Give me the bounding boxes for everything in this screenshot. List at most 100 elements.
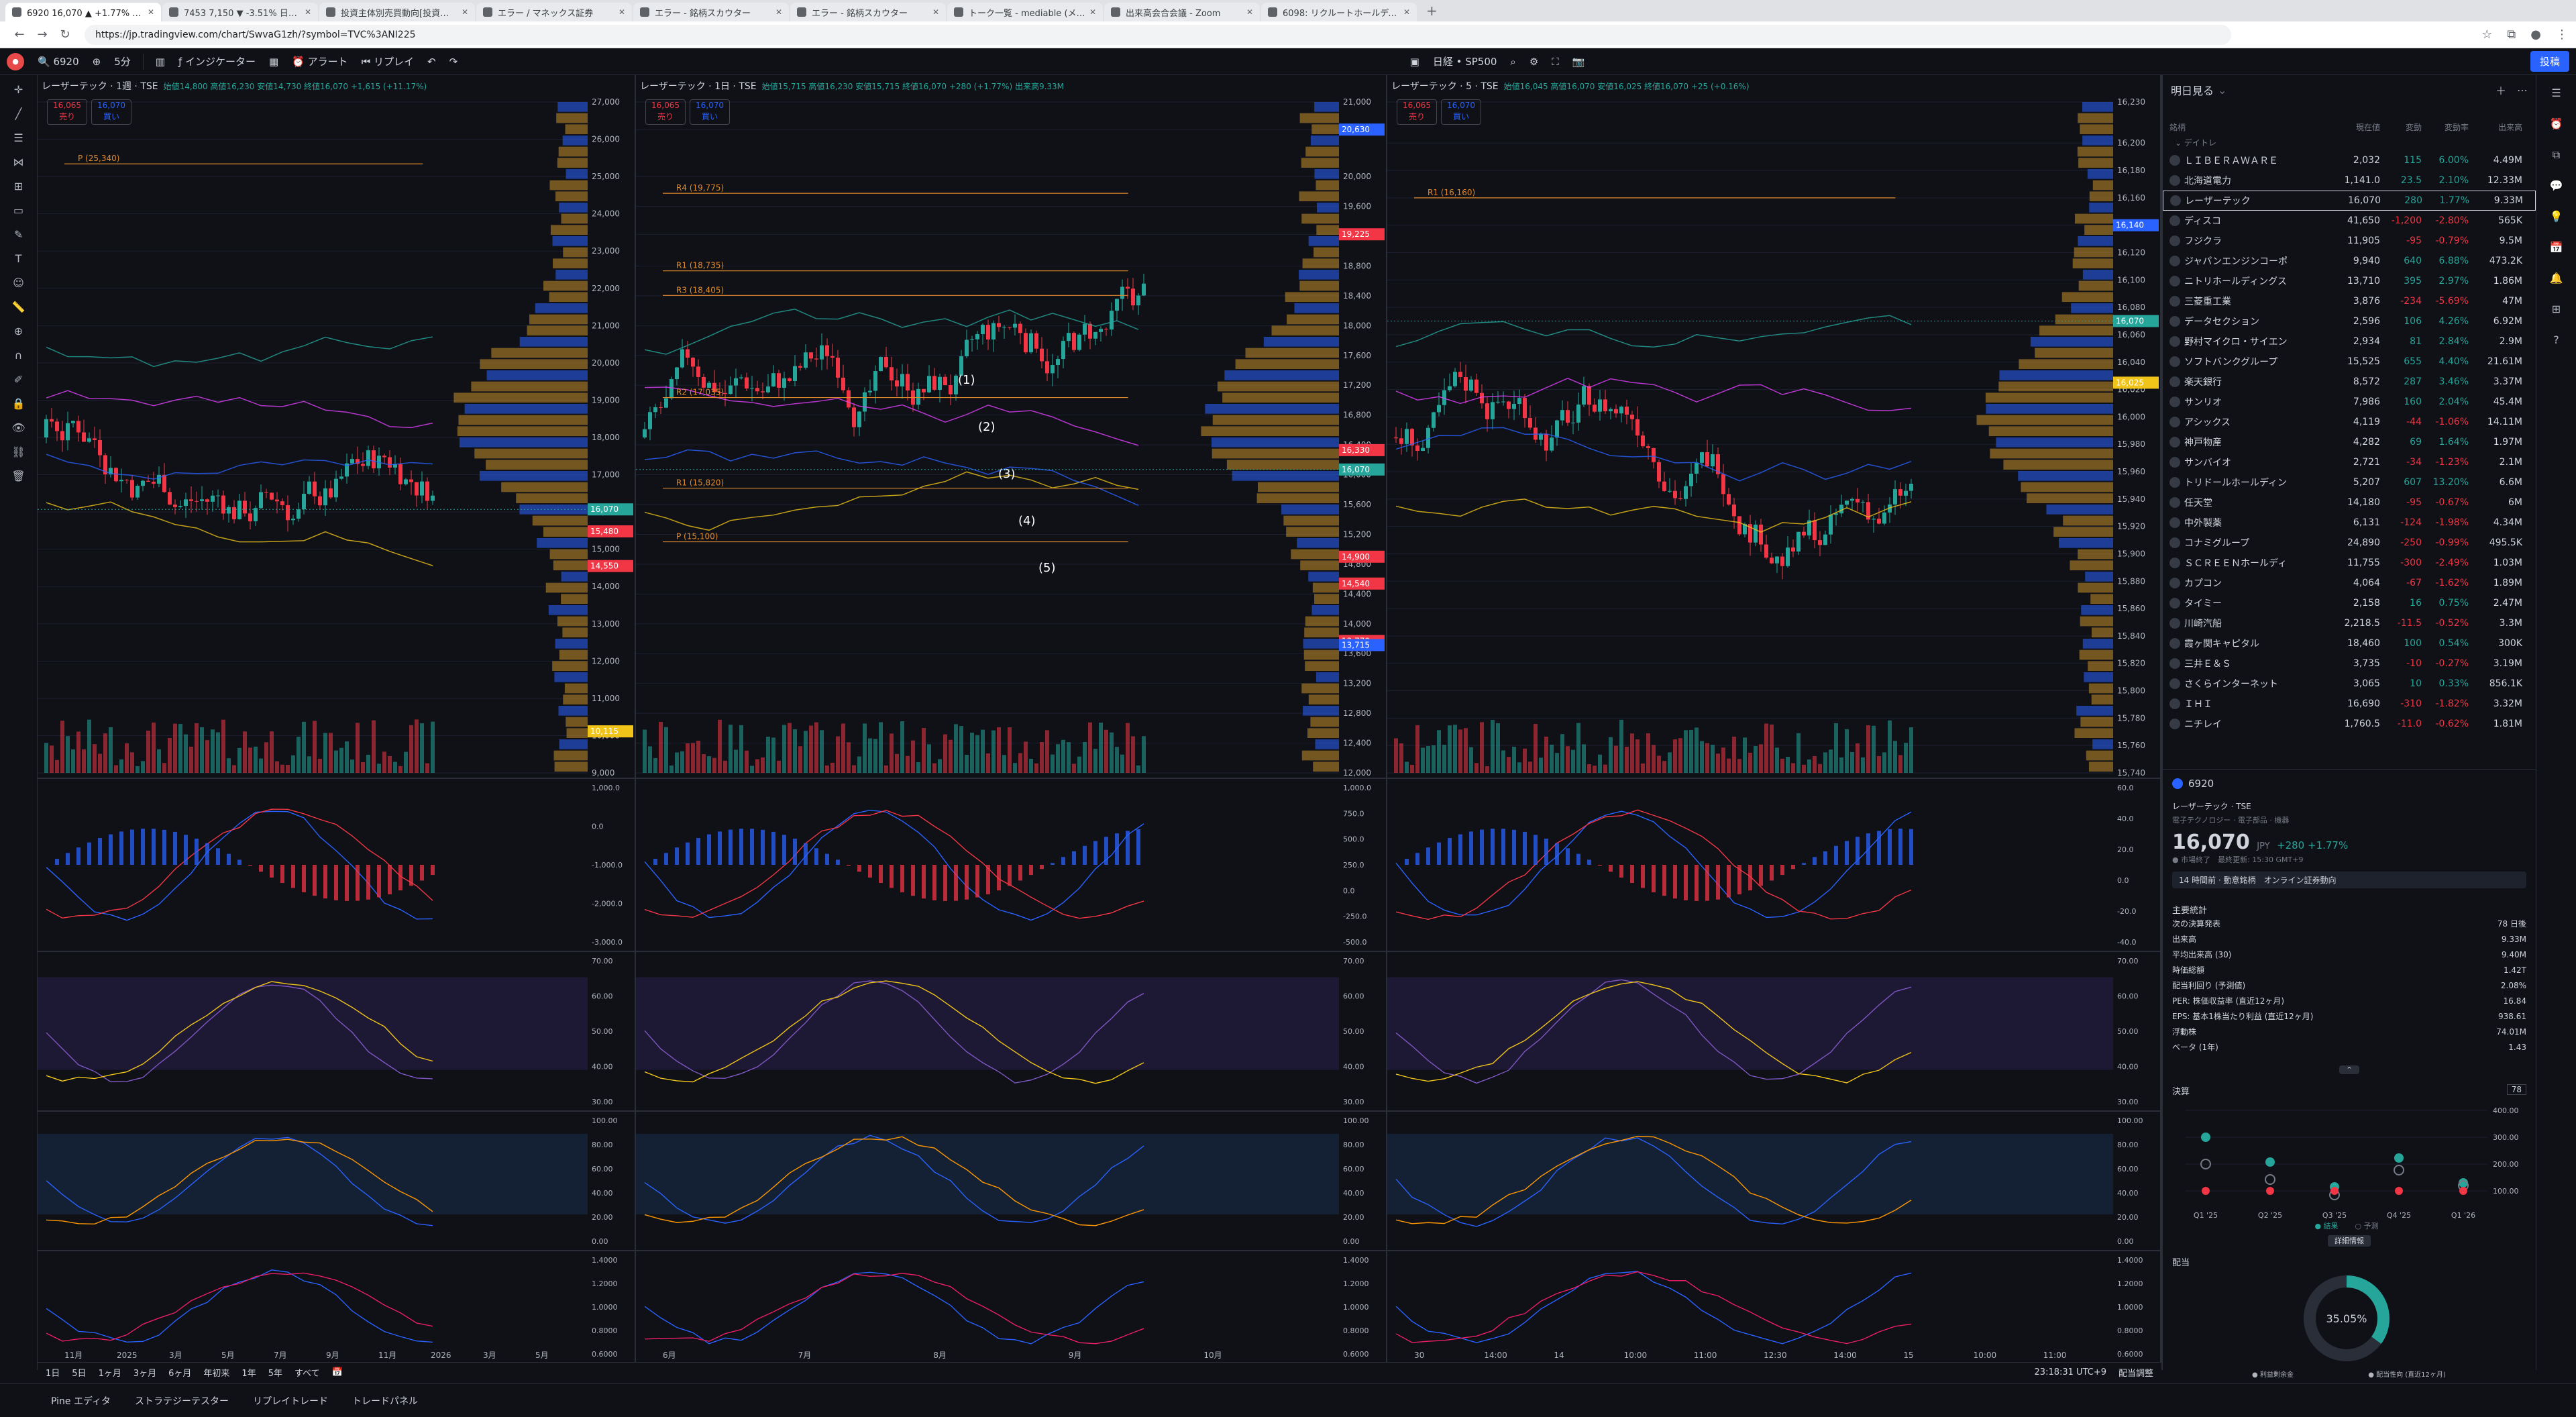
trend-line-icon[interactable]: ╱ — [11, 106, 27, 122]
watchlist-row[interactable]: 三菱重工業 3,876 -234 -5.69% 47M — [2163, 291, 2536, 311]
browser-tab[interactable]: 7453 7,150 ▼ -3.51% 日経·SP5... ✕ — [162, 3, 318, 21]
col-price[interactable]: 現在値 — [2325, 121, 2380, 133]
watchlist-row[interactable]: ソフトバンクグループ 15,525 655 4.40% 21.61M — [2163, 352, 2536, 372]
back-icon[interactable]: ← — [8, 28, 31, 42]
watchlist-row[interactable]: さくらインターネット 3,065 10 0.33% 856.1K — [2163, 674, 2536, 694]
sell-button[interactable]: 16,065 売り — [47, 99, 87, 125]
watchlist-row[interactable]: ディスコ 41,650 -1,200 -2.80% 565K — [2163, 211, 2536, 231]
compare-button[interactable]: ⊕ — [86, 53, 108, 70]
col-change-pct[interactable]: 変動率 — [2422, 121, 2469, 133]
redo-icon[interactable]: ↷ — [443, 53, 465, 70]
browser-tab[interactable]: 投資主体別売買動向[投資部門別... ✕ — [319, 3, 475, 21]
indicators-button[interactable]: ƒ インジケーター — [172, 52, 262, 71]
browser-tab[interactable]: エラー - 銘柄スカウター ✕ — [633, 3, 789, 21]
watchlist-row[interactable]: 川崎汽船 2,218.5 -11.5 -0.52% 3.3M — [2163, 613, 2536, 633]
range-button[interactable]: 5日 — [72, 1366, 86, 1379]
chart-pane-5min[interactable]: 16,230 16,200 16,180 16,160 16,140 16,120 16,1… — [1387, 75, 2161, 1370]
watchlist-row[interactable]: ＬＩＢＥＲＡＷＡＲＥ 2,032 115 6.00% 4.49M — [2163, 150, 2536, 170]
watchlist-row[interactable]: 三井Ｅ＆Ｓ 3,735 -10 -0.27% 3.19M — [2163, 653, 2536, 674]
range-button[interactable]: 1ヶ月 — [99, 1366, 121, 1379]
browser-tab[interactable]: 6920 16,070 ▲ +1.77% 日経·SP5... ✕ — [5, 3, 161, 21]
browser-tab[interactable]: トーク一覧 - mediable (メディアブル) ✕ — [947, 3, 1103, 21]
close-icon[interactable]: ✕ — [1403, 7, 1410, 17]
alert-button[interactable]: ⏰ アラート — [285, 52, 354, 71]
watchlist-section[interactable]: ⌄ デイトレ — [2163, 136, 2536, 150]
watchlist-row[interactable]: 楽天銀行 8,572 287 3.46% 3.37M — [2163, 372, 2536, 392]
watchlist-row[interactable]: ニトリホールディングス 13,710 395 2.97% 1.86M — [2163, 271, 2536, 291]
range-button[interactable]: 1日 — [46, 1366, 60, 1379]
layout-icon[interactable]: ▣ — [1403, 53, 1426, 70]
new-tab-icon[interactable]: + — [1418, 3, 1446, 21]
range-button[interactable]: 5年 — [268, 1366, 282, 1379]
text-icon[interactable]: T — [11, 251, 27, 267]
watchlist-row[interactable]: データセクション 2,596 106 4.26% 6.92M — [2163, 311, 2536, 331]
bottom-tab[interactable]: トレードパネル — [352, 1394, 418, 1408]
sell-button[interactable]: 16,065 売り — [645, 99, 686, 125]
adjust-button[interactable]: 配当調整 — [2118, 1366, 2153, 1379]
buy-button[interactable]: 16,070 買い — [91, 99, 131, 125]
pencil-lock-icon[interactable]: ✐ — [11, 372, 27, 388]
watchlist-icon[interactable]: ☰ — [2548, 85, 2565, 102]
close-icon[interactable]: ✕ — [148, 7, 154, 17]
chevron-down-icon[interactable]: ⌄ — [2218, 84, 2226, 97]
profile-icon[interactable]: ● — [2530, 28, 2541, 42]
details-more-button[interactable]: 詳細情報 — [2328, 1235, 2371, 1247]
range-button[interactable]: 3ヶ月 — [133, 1366, 156, 1379]
trash-icon[interactable]: 🗑 — [11, 468, 27, 484]
watchlist-row[interactable]: 神戸物産 4,282 69 1.64% 1.97M — [2163, 432, 2536, 452]
range-button[interactable]: 年初来 — [203, 1366, 229, 1379]
lock-icon[interactable]: 🔒 — [11, 396, 27, 412]
watchlist-row[interactable]: 北海道電力 1,141.0 23.5 2.10% 12.33M — [2163, 170, 2536, 191]
search-icon[interactable]: ⌕ — [1503, 53, 1522, 70]
clock[interactable]: 23:18:31 UTC+9 — [2035, 1367, 2106, 1377]
watchlist-row[interactable]: トリドールホールディン 5,207 607 13.20% 6.6M — [2163, 472, 2536, 492]
watchlist-row[interactable]: 中外製薬 6,131 -124 -1.98% 4.34M — [2163, 513, 2536, 533]
watchlist-row[interactable]: ジャパンエンジンコーポ 9,940 640 6.88% 473.2K — [2163, 251, 2536, 271]
sell-button[interactable]: 16,065 売り — [1397, 99, 1437, 125]
zoom-icon[interactable]: ⊕ — [11, 323, 27, 339]
undo-icon[interactable]: ↶ — [421, 53, 443, 70]
browser-tab[interactable]: エラー / マネックス証券 ✕ — [476, 3, 632, 21]
watchlist-row[interactable]: 任天堂 14,180 -95 -0.67% 6M — [2163, 492, 2536, 513]
chart-title[interactable]: レーザーテック · 5 · TSE — [1391, 79, 1499, 93]
close-icon[interactable]: ✕ — [1246, 7, 1253, 17]
range-button[interactable]: 6ヶ月 — [168, 1366, 191, 1379]
crosshair-icon[interactable]: ✛ — [11, 82, 27, 98]
watchlist-row[interactable]: 霞ヶ関キャピタル 18,460 100 0.54% 300K — [2163, 633, 2536, 653]
alerts-icon[interactable]: ⏰ — [2548, 115, 2565, 133]
browser-tab[interactable]: エラー - 銘柄スカウター ✕ — [790, 3, 946, 21]
collapse-button[interactable]: ⌃ — [2172, 1064, 2526, 1075]
chart-title[interactable]: レーザーテック · 1日 · TSE — [640, 79, 757, 93]
eye-icon[interactable]: 👁 — [11, 420, 27, 436]
col-change[interactable]: 変動 — [2380, 121, 2422, 133]
bookmark-star-icon[interactable]: ☆ — [2481, 28, 2492, 42]
projection-icon[interactable]: ⊞ — [11, 178, 27, 195]
watchlist-row[interactable]: ＳＣＲＥＥＮホールディ 11,755 -300 -2.49% 1.03M — [2163, 553, 2536, 573]
watchlist-row[interactable]: 野村マイクロ・サイエン 2,934 81 2.84% 2.9M — [2163, 331, 2536, 352]
range-button[interactable]: すべて — [294, 1366, 320, 1379]
watchlist-row[interactable]: ニチレイ 1,760.5 -11.0 -0.62% 1.81M — [2163, 714, 2536, 734]
camera-icon[interactable]: 📷 — [1566, 53, 1592, 70]
close-icon[interactable]: ✕ — [462, 7, 468, 17]
col-symbol[interactable]: 銘柄 — [2169, 121, 2325, 133]
watchlist-row[interactable]: サンバイオ 2,721 -34 -1.23% 2.1M — [2163, 452, 2536, 472]
news-headline[interactable]: 14 時間前 · 動意銘柄 オンライン証券動向 — [2172, 872, 2526, 888]
close-icon[interactable]: ✕ — [305, 7, 311, 17]
add-symbol-icon[interactable]: ＋ — [2496, 82, 2506, 98]
close-icon[interactable]: ✕ — [775, 7, 782, 17]
watchlist-row[interactable]: フジクラ 11,905 -95 -0.79% 9.5M — [2163, 231, 2536, 251]
ruler-icon[interactable]: 📏 — [11, 299, 27, 315]
publish-button[interactable]: 投稿 — [2530, 51, 2569, 72]
brush-icon[interactable]: ✎ — [11, 227, 27, 243]
bottom-tab[interactable]: ストラテジーテスター — [135, 1394, 229, 1408]
object-tree-icon[interactable]: ⧉ — [2548, 146, 2565, 164]
more-icon[interactable]: ⋯ — [2517, 84, 2528, 97]
reload-icon[interactable]: ↻ — [54, 28, 76, 42]
symbol-search-button[interactable]: 🔍 6920 — [31, 53, 86, 70]
goto-date-icon[interactable]: 📅 — [332, 1367, 343, 1377]
close-icon[interactable]: ✕ — [932, 7, 939, 17]
notifications-icon[interactable]: 🔔 — [2548, 270, 2565, 287]
bottom-tab[interactable]: リプレイトレード — [253, 1394, 328, 1408]
close-icon[interactable]: ✕ — [619, 7, 625, 17]
user-avatar[interactable]: ● — [7, 52, 24, 70]
